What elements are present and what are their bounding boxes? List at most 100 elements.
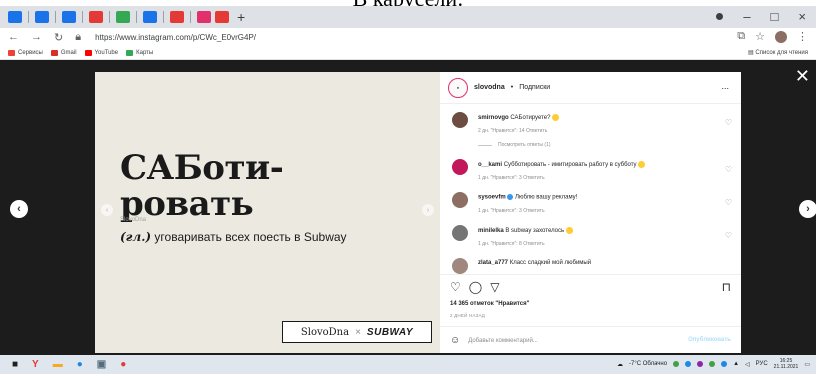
youtube-icon — [84, 49, 92, 56]
emoji-picker-icon[interactable]: ☺ — [450, 335, 460, 346]
comment-text: smirnovgo САБотируете? — [478, 114, 560, 122]
reading-list-button[interactable]: ▤ Список для чтения — [748, 49, 808, 56]
add-comment-input[interactable]: Добавьте комментарий... — [468, 338, 538, 344]
tray-app-icon[interactable] — [685, 361, 692, 367]
save-bookmark-icon[interactable]: ⊓ — [722, 280, 731, 294]
commenter-avatar[interactable] — [452, 112, 468, 128]
more-options-icon[interactable]: ... — [721, 81, 729, 91]
windows-start-icon[interactable]: ■ — [12, 359, 18, 370]
profile-avatar[interactable] — [775, 30, 787, 43]
system-clock[interactable]: 16:25 21.11.2021 — [774, 358, 799, 370]
view-replies-link[interactable]: Посмотреть ответы (1) — [478, 142, 551, 148]
tab-icon[interactable] — [215, 11, 229, 23]
menu-icon[interactable]: ⋮ — [797, 30, 808, 43]
bookmark-gmail[interactable]: Gmail — [50, 49, 77, 56]
comment-body: Субботировать - имитировать работу в суб… — [503, 162, 637, 169]
like-comment-heart-icon[interactable]: ♡ — [725, 231, 732, 240]
next-post-button[interactable]: › — [799, 200, 816, 218]
publish-button[interactable]: Опубликовать — [688, 337, 731, 343]
post-image: САБоти- ровать SlovoDna (гл.) уговариват… — [95, 72, 440, 353]
star-icon[interactable]: ☆ — [755, 30, 765, 43]
skype-icon[interactable]: ● — [77, 359, 83, 370]
new-tab-button[interactable]: + — [237, 9, 245, 25]
tab-separator — [28, 11, 29, 23]
back-arrow-icon[interactable]: ← — [8, 31, 19, 43]
comment-body: САБотируете? — [510, 115, 551, 122]
url-field[interactable]: https://www.instagram.com/p/CWc_E0vrG4P/ — [95, 33, 256, 42]
tray-app-icon[interactable] — [709, 361, 716, 367]
language-indicator[interactable]: РУС — [756, 361, 768, 367]
commenter-username[interactable]: o__kami — [478, 162, 502, 168]
carousel-prev-button[interactable]: ‹ — [101, 204, 113, 216]
comment-meta[interactable]: 1 дн. "Нравится": 3 Ответить — [478, 175, 545, 181]
commenter-avatar[interactable] — [452, 159, 468, 175]
carousel-next-button[interactable]: › — [422, 204, 434, 216]
tray-app-icon[interactable] — [721, 361, 728, 367]
commenter-avatar[interactable] — [452, 225, 468, 241]
record-icon[interactable] — [716, 13, 724, 20]
comment-text: sysoevfm Люблю вашу рекламу! — [478, 194, 577, 201]
commenter-username[interactable]: zlata_a777 — [478, 260, 508, 266]
comment-text: minilelka В subway захотелось — [478, 227, 573, 234]
commenter-username[interactable]: minilelka — [478, 228, 504, 234]
minimize-button[interactable]: – — [743, 9, 750, 24]
forward-arrow-icon[interactable]: → — [31, 31, 42, 43]
tab-icon[interactable] — [143, 11, 157, 23]
chrome-icon[interactable]: ● — [120, 359, 126, 370]
post-side-panel: ● slovodna • Подписки ... smirnovgo САБо… — [440, 72, 741, 353]
tab-icon[interactable] — [35, 11, 49, 23]
comment-meta[interactable]: 1 дн. "Нравится": 3 Ответить — [478, 208, 545, 214]
tab-icon[interactable] — [116, 11, 130, 23]
comment-icon[interactable]: ◯ — [469, 280, 482, 294]
like-comment-heart-icon[interactable]: ♡ — [725, 118, 732, 127]
tray-app-icon[interactable] — [697, 361, 704, 367]
follow-status-button[interactable]: Подписки — [519, 84, 550, 91]
post-definition: (гл.) уговаривать всех поесть в Subway — [120, 230, 347, 244]
weather-icon[interactable]: ☁ — [617, 361, 623, 368]
like-comment-heart-icon[interactable]: ♡ — [725, 165, 732, 174]
definition-pos: (гл.) — [120, 230, 152, 244]
prev-post-button[interactable]: ‹ — [10, 200, 28, 218]
photos-icon[interactable]: ▣ — [97, 359, 106, 370]
tab-icon[interactable] — [89, 11, 103, 23]
weather-text[interactable]: -7°C Облачно — [629, 361, 667, 367]
tray-app-icon[interactable] — [673, 361, 680, 367]
network-icon[interactable]: ▲ — [733, 361, 739, 367]
share-icon[interactable]: ▽ — [490, 280, 499, 294]
clock-date: 21.11.2021 — [773, 364, 799, 370]
tab-icon-active[interactable] — [197, 11, 211, 23]
replies-label: Посмотреть ответы (1) — [498, 142, 551, 148]
close-modal-icon[interactable]: ✕ — [795, 67, 810, 85]
commenter-avatar[interactable] — [452, 258, 468, 274]
volume-icon[interactable]: ◁ — [745, 361, 750, 368]
heart-icon[interactable]: ♡ — [450, 280, 461, 294]
bookmark-services[interactable]: Сервисы — [8, 49, 43, 56]
comment-meta[interactable]: 2 дн. "Нравится": 14 Ответить — [478, 128, 547, 134]
file-explorer-icon[interactable]: ▬ — [53, 359, 63, 370]
tab-icon[interactable] — [170, 11, 184, 23]
post-header: ● slovodna • Подписки ... — [440, 72, 741, 104]
yandex-icon[interactable]: Y — [32, 359, 39, 370]
commenter-avatar[interactable] — [452, 192, 468, 208]
tab-icon[interactable] — [62, 11, 76, 23]
install-icon[interactable]: ⧉ — [737, 30, 745, 43]
commenter-username[interactable]: sysoevfm — [478, 195, 506, 201]
action-icons: ♡ ◯ ▽ — [450, 280, 499, 294]
author-avatar[interactable]: ● — [448, 77, 468, 98]
reload-icon[interactable]: ↻ — [54, 31, 63, 44]
bookmark-label: Карты — [136, 49, 154, 56]
comment-body: Люблю вашу рекламу! — [515, 194, 578, 201]
bookmark-maps[interactable]: Карты — [126, 49, 154, 56]
likes-count[interactable]: 14 365 отметок "Нравится" — [450, 301, 529, 307]
bookmark-youtube[interactable]: YouTube — [84, 49, 118, 56]
comment-body: В subway захотелось — [505, 228, 565, 235]
commenter-username[interactable]: smirnovgo — [478, 115, 509, 121]
close-window-button[interactable]: × — [798, 9, 806, 24]
screen: В карусели: + – □ × ← → ↻ 🔒︎ https://www… — [0, 0, 816, 374]
maximize-button[interactable]: □ — [771, 9, 779, 24]
like-comment-heart-icon[interactable]: ♡ — [725, 198, 732, 207]
notifications-icon[interactable]: ▭ — [804, 361, 810, 368]
author-username[interactable]: slovodna — [474, 84, 505, 91]
comment-meta[interactable]: 1 дн. "Нравится": 8 Ответить — [478, 241, 545, 247]
tab-icon[interactable] — [8, 11, 22, 23]
